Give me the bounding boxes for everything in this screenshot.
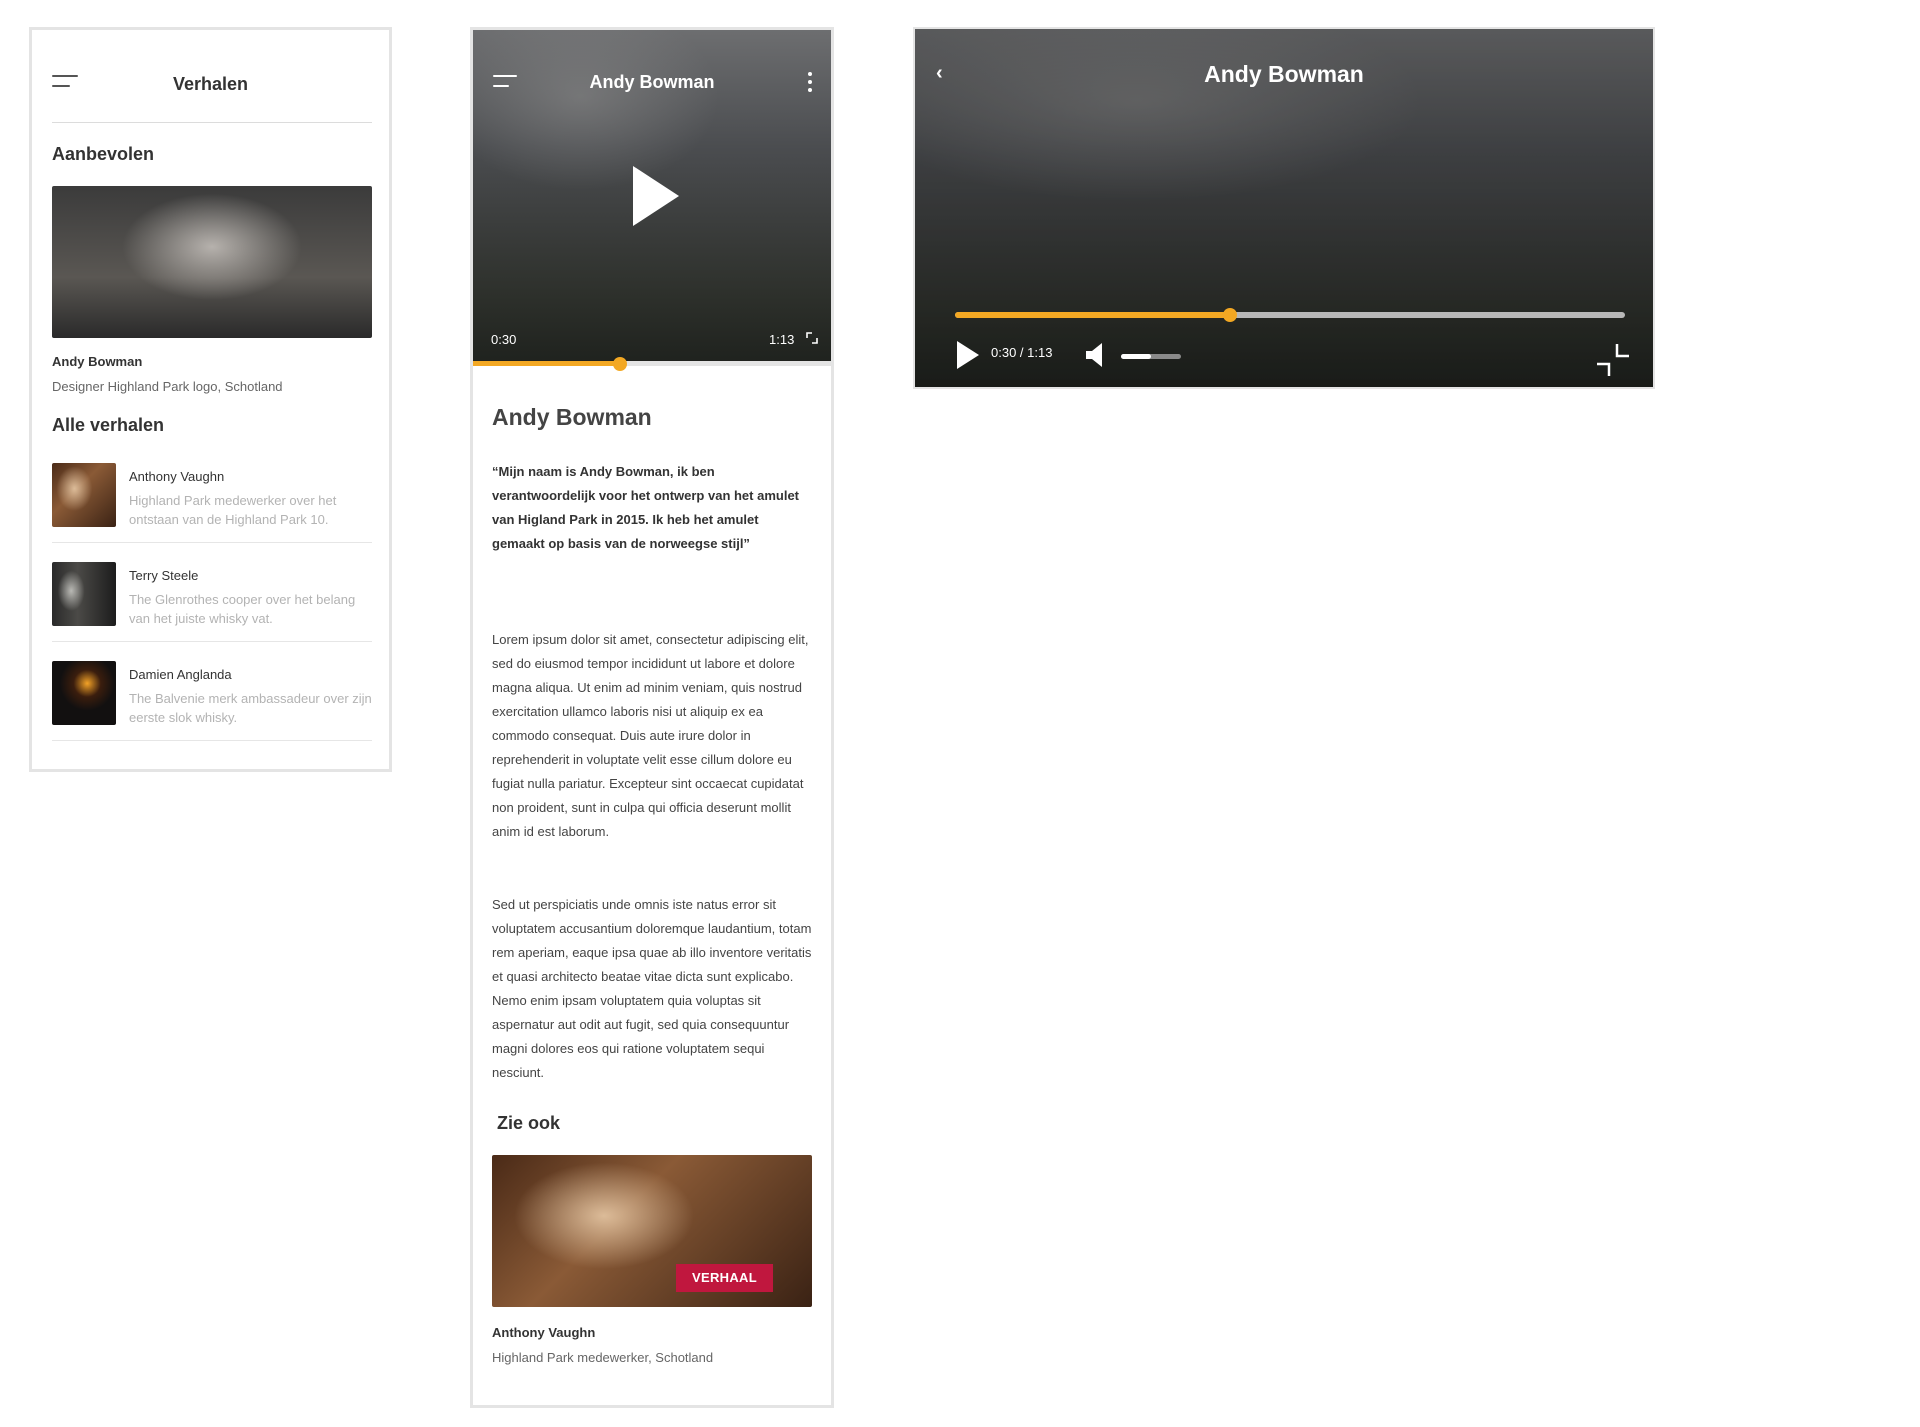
current-time: 0:30 [491, 332, 517, 347]
playback-time: 0:30 / 1:13 [991, 345, 1053, 360]
fullscreen-player-screen: ‹ Andy Bowman 0:30 / 1:13 [913, 27, 1655, 389]
stories-list-screen: Verhalen Aanbevolen Andy Bowman Designer… [29, 27, 392, 772]
story-list-item[interactable]: Anthony Vaughn Highland Park medewerker … [52, 463, 372, 563]
play-icon[interactable] [957, 341, 979, 369]
see-also-name[interactable]: Anthony Vaughn [492, 1325, 595, 1340]
story-title: Andy Bowman [492, 404, 652, 430]
fullscreen-icon[interactable] [806, 332, 818, 344]
featured-story-subtitle: Designer Highland Park logo, Schotland [52, 379, 283, 394]
exit-fullscreen-icon[interactable] [1595, 342, 1631, 378]
story-thumbnail [52, 661, 116, 725]
progress-fill [473, 361, 620, 366]
see-also-heading: Zie ook [497, 1113, 561, 1133]
story-name: Damien Anglanda [129, 667, 232, 682]
video-title: Andy Bowman [1204, 61, 1364, 87]
play-icon[interactable] [633, 166, 679, 226]
story-name: Anthony Vaughn [129, 469, 225, 484]
duration: 1:13 [769, 332, 795, 347]
progress-handle[interactable] [612, 357, 627, 371]
see-also-subtitle: Highland Park medewerker, Schotland [492, 1350, 714, 1365]
all-stories-heading: Alle verhalen [52, 415, 165, 435]
more-options-icon[interactable] [806, 72, 814, 94]
story-description: The Balvenie merk ambassadeur over zijn … [129, 691, 372, 725]
video-title: Andy Bowman [589, 72, 715, 92]
story-tag-badge: VERHAAL [676, 1264, 773, 1292]
story-list-item[interactable]: Terry Steele The Glenrothes cooper over … [52, 562, 372, 662]
volume-icon[interactable] [1085, 342, 1109, 368]
divider [52, 740, 372, 741]
story-thumbnail [52, 463, 116, 527]
progress-handle[interactable] [1222, 308, 1237, 322]
featured-story-name[interactable]: Andy Bowman [52, 354, 142, 369]
body-paragraph: Sed ut perspiciatis unde omnis iste natu… [492, 897, 812, 1080]
progress-fill [955, 312, 1230, 318]
divider [52, 641, 372, 642]
page-title: Verhalen [172, 74, 249, 94]
volume-level [1121, 354, 1151, 359]
divider [52, 542, 372, 543]
story-quote: “Mijn naam is Andy Bowman, ik ben verant… [492, 464, 800, 551]
featured-story-image[interactable] [52, 186, 372, 338]
story-description: Highland Park medewerker over het ontsta… [129, 493, 337, 527]
recommended-heading: Aanbevolen [52, 144, 155, 164]
body-paragraph: Lorem ipsum dolor sit amet, consectetur … [492, 632, 809, 839]
story-thumbnail [52, 562, 116, 626]
story-detail-screen: Andy Bowman 0:30 1:13 Andy Bowman “Mijn … [470, 27, 834, 1408]
header-divider [52, 122, 372, 123]
story-name: Terry Steele [129, 568, 199, 583]
story-list-item[interactable]: Damien Anglanda The Balvenie merk ambass… [52, 661, 372, 761]
story-description: The Glenrothes cooper over het belang va… [129, 592, 356, 626]
